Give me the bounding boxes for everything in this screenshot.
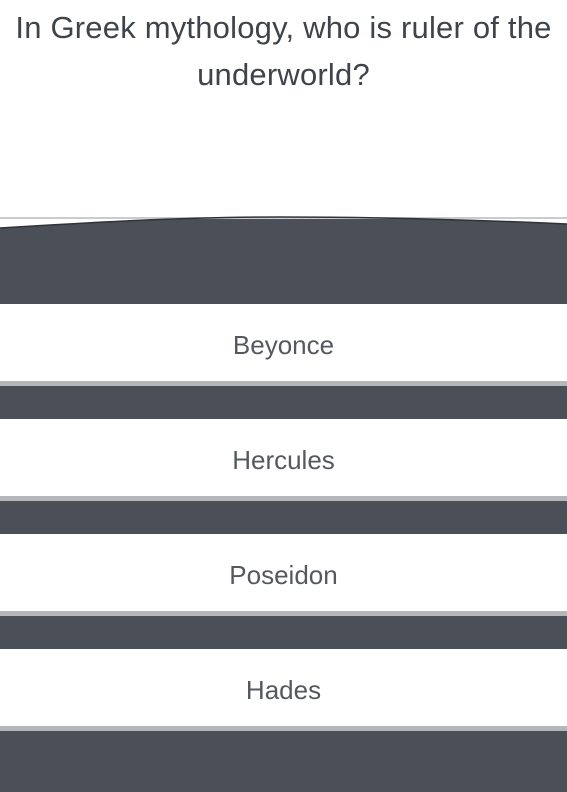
- question-text: In Greek mythology, who is ruler of the …: [15, 10, 552, 92]
- answer-divider: [0, 386, 567, 419]
- answer-option-hades[interactable]: Hades: [0, 649, 567, 731]
- wave-header-panel: [0, 214, 567, 304]
- answer-option-hercules[interactable]: Hercules: [0, 419, 567, 501]
- answer-label: Poseidon: [229, 560, 338, 590]
- answer-label: Hades: [245, 675, 322, 705]
- answer-label: Beyonce: [232, 330, 335, 360]
- answer-divider: [0, 616, 567, 649]
- answer-divider: [0, 501, 567, 534]
- question-area: In Greek mythology, who is ruler of the …: [0, 0, 567, 216]
- answer-label: Hercules: [232, 445, 335, 475]
- bottom-panel: [0, 731, 567, 792]
- answer-option-poseidon[interactable]: Poseidon: [0, 534, 567, 616]
- answer-option-beyonce[interactable]: Beyonce: [0, 304, 567, 386]
